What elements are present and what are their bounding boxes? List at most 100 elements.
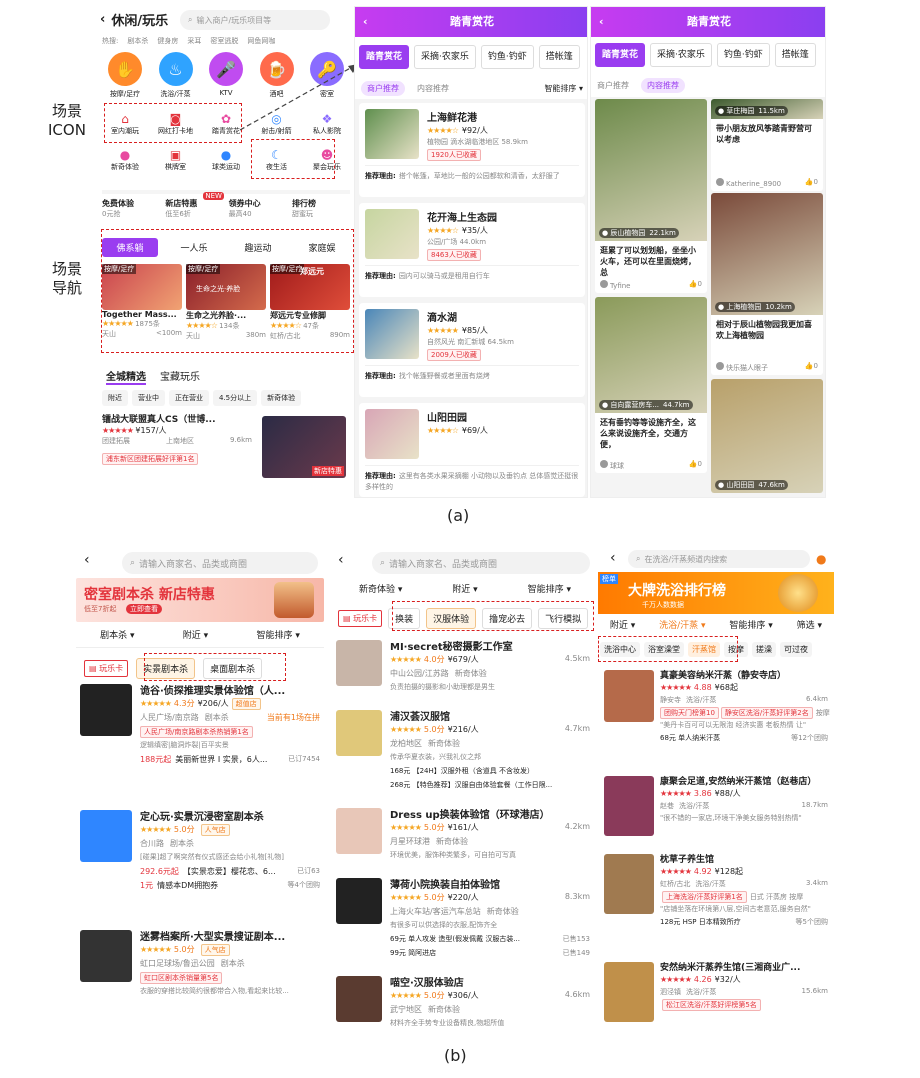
filter-category[interactable]: 新奇体验 ▾ — [359, 582, 402, 595]
category-item[interactable]: ✋ 按摩/足疗 — [102, 52, 148, 99]
promo-free[interactable]: 免费体验 0元抢 — [102, 198, 160, 219]
deal-row[interactable]: 69元 单人攻发 造型(假发佩戴 汉服古装... 已售153 — [390, 934, 590, 944]
scene-item-novel[interactable]: ● 新奇体验 — [102, 148, 148, 172]
like-button[interactable]: 👍0 — [689, 280, 702, 290]
category-item[interactable]: ♨ 洗浴/汗蒸 — [153, 52, 199, 99]
shop-list-item[interactable]: 薄荷小院换装自拍体验馆 ★★★★★ 5.0分 ¥220/人 8.3km 上海火车站/客运汽… — [336, 876, 592, 968]
chip-costume[interactable]: 换装 — [388, 608, 421, 629]
shop-card[interactable]: 按摩/足疗 郑远元 郑远元专业修脚 ★★★★☆ 47条 虹桥/古北 890m — [270, 264, 350, 341]
search-input[interactable]: ⌕ 请输入商家名、品类或商圈 — [372, 552, 590, 574]
chip-live-script[interactable]: 实景剧本杀 — [136, 658, 196, 679]
deal-row[interactable]: 1元 情感本DM拥抱券 等4个团购 — [140, 880, 320, 891]
scene-item-night[interactable]: ☾ 夜生活 — [254, 148, 300, 172]
filter-novel[interactable]: 新奇体验 — [261, 390, 302, 406]
tab-treasure[interactable]: 宝藏玩乐 — [160, 368, 200, 385]
merchant-card[interactable]: 上海鲜花港 ★★★★☆ ¥92/人 植物园 滴水湖临港地区 58.9km 1920人已收… — [359, 103, 585, 197]
filter-nearby[interactable]: 附近 ▾ — [452, 582, 477, 595]
chip-bathhouse[interactable]: 浴室澡堂 — [644, 642, 684, 657]
back-icon[interactable]: ‹ — [599, 7, 604, 37]
tab-fishing[interactable]: 钓鱼·钓虾 — [716, 43, 770, 67]
nav-tab-sport[interactable]: 趣运动 — [230, 238, 286, 257]
location-pin-icon[interactable]: ● — [816, 552, 826, 566]
filter-nearby[interactable]: 附近 ▾ — [183, 628, 208, 641]
scene-item-ball[interactable]: ● 球类运动 — [203, 148, 249, 172]
subtab-content[interactable]: 内容推荐 — [641, 77, 685, 93]
content-card[interactable]: ● 山阳田园 47.6km — [711, 379, 823, 493]
promo-newshop[interactable]: 新店特惠 低至6折 NEW — [165, 192, 224, 219]
merchant-card[interactable]: 山阳田园 ★★★★☆ ¥69/人 推荐理由: 这里有各类水果采摘棚 小动物以及垂钓点 总… — [359, 403, 585, 497]
filter-category[interactable]: 洗浴/汗蒸 ▾ — [659, 618, 705, 631]
chip-massage[interactable]: 按摩 — [724, 642, 748, 657]
back-icon[interactable]: ‹ — [100, 12, 105, 27]
tab-picking[interactable]: 采摘·农家乐 — [650, 43, 712, 67]
chip-sauna[interactable]: 汗蒸馆 — [688, 642, 720, 657]
scene-item-checkin[interactable]: ◙ 网红打卡地 — [153, 112, 199, 136]
tab-featured[interactable]: 全城精选 — [106, 368, 146, 385]
chip-flight[interactable]: 飞行模拟 — [538, 608, 589, 629]
search-input[interactable]: ⌕ 在洗浴/汗蒸频道内搜索 — [628, 550, 810, 568]
subtab-merchant[interactable]: 商户推荐 — [597, 80, 629, 91]
deal-row[interactable]: 268元 【特色推荐】汉服自由体验套餐（工作日限... — [390, 780, 590, 790]
back-icon[interactable]: ‹ — [338, 552, 344, 568]
filter-screen[interactable]: 筛选 ▾ — [797, 618, 822, 631]
nav-tab-solo[interactable]: 一人乐 — [166, 238, 222, 257]
search-input[interactable]: ⌕ 请输入商家名、品类或商圈 — [122, 552, 318, 574]
hot-item[interactable]: 健身房 — [157, 36, 178, 46]
nav-tab-family[interactable]: 家庭娱 — [294, 238, 350, 257]
play-card-button[interactable]: ▤ 玩乐卡 — [338, 610, 383, 627]
hot-item[interactable]: 密室逃脱 — [210, 36, 238, 46]
filter-rating[interactable]: 4.5分以上 — [213, 390, 258, 406]
deal-list-item[interactable]: 镭战大联盟真人CS（世博... ★★★★★ ¥157/人 团建拓展 上南地区 9.6… — [102, 412, 350, 492]
merchant-card[interactable]: 滴水湖 ★★★★★ ¥85/人 自然风光 南汇新城 64.5km 2009人已收藏 推荐理… — [359, 303, 585, 397]
tab-picking[interactable]: 采摘·农家乐 — [414, 45, 476, 69]
view-now-button[interactable]: 立即查看 — [126, 604, 162, 614]
like-button[interactable]: 👍0 — [805, 178, 818, 188]
shop-list-item[interactable]: 迷雾档案所·大型实景搜证剧本... ★★★★★ 5.0分 人气店 虹口足球场/鲁迅公园剧… — [80, 928, 322, 1032]
filter-running[interactable]: 正在营业 — [169, 390, 209, 406]
content-card[interactable]: ● 自向露营房车... 44.7km 还有垂钓等等设施齐全，这么来说设施齐全，交通方… — [595, 297, 707, 473]
tab-camping[interactable]: 搭帐篷 — [774, 43, 816, 67]
like-button[interactable]: 👍0 — [805, 362, 818, 373]
deal-row[interactable]: 128元 HSP 日本精致所疗 等5个团购 — [660, 917, 828, 927]
back-icon[interactable]: ‹ — [363, 7, 368, 37]
tab-flower[interactable]: 踏青赏花 — [359, 45, 410, 69]
shop-list-item[interactable]: 喵空·汉服体验店 ★★★★★ 5.0分 ¥306/人 4.6km 武宁地区 新奇体验 材料齐全… — [336, 974, 592, 1032]
filter-sort[interactable]: 智能排序 ▾ — [256, 628, 299, 641]
hot-item[interactable]: 采耳 — [187, 36, 201, 46]
filter-sort[interactable]: 智能排序 ▾ — [729, 618, 772, 631]
tab-fishing[interactable]: 钓鱼·钓虾 — [480, 45, 534, 69]
shop-list-item[interactable]: 真豪美容纳米汗蒸（静安寺店） ★★★★★ 4.88 ¥68起 静安寺 洗浴/汗蒸 6.4km… — [602, 668, 830, 768]
content-card[interactable]: ● 草庄梅园 11.5km 带小朋友放风筝踏青野营可以考虑 Katherine_890… — [711, 99, 823, 191]
shop-list-item[interactable]: 浦汉荟汉服馆 ★★★★★ 5.0分 ¥216/人 4.7km 龙柏地区 新奇体验 传承华夏衣装… — [336, 708, 592, 800]
merchant-card[interactable]: 花开海上生态园 ★★★★☆ ¥35/人 公园/广场 44.0km 8463人已收藏 推荐理… — [359, 203, 585, 297]
deal-row[interactable]: 188元起 美丽新世界 I 实景，6人... 已订7454 — [140, 754, 320, 765]
filter-category[interactable]: 剧本杀 ▾ — [100, 628, 134, 641]
like-button[interactable]: 👍0 — [689, 460, 702, 471]
shop-card[interactable]: 按摩/足疗 Together Mass... ★★★★★ 1875条 天山 <10… — [102, 264, 182, 341]
shop-list-item[interactable]: MI·secret秘密摄影工作室 ★★★★★ 4.0分 ¥679/人 4.5km 中山公园… — [336, 638, 592, 700]
content-card[interactable]: ● 上海植物园 10.2km 相对于辰山植物园我更加喜欢上海植物园 快乐猫人眼子 👍0 — [711, 193, 823, 375]
search-input[interactable]: ⌕ 输入商户/玩乐项目等 — [180, 10, 330, 30]
chip-overnight[interactable]: 可过夜 — [780, 642, 812, 657]
subtab-merchant[interactable]: 商户推荐 — [361, 80, 405, 96]
chip-scrub[interactable]: 搓澡 — [752, 642, 776, 657]
hot-item[interactable]: 网鱼网咖 — [247, 36, 275, 46]
filter-open[interactable]: 营业中 — [132, 390, 165, 406]
shop-list-item[interactable]: Dress up换装体验馆（环球港店） ★★★★★ 5.0分 ¥161/人 4.2km 月… — [336, 806, 592, 868]
shop-list-item[interactable]: 枕草子养生馆 ★★★★★ 4.92 ¥128起 虹桥/古北 洗浴/汗蒸 3.4km 上海洗浴/… — [602, 852, 830, 952]
content-card[interactable]: ● 辰山植物园 22.1km 逛累了可以划划船，坐坐小火车，还可以在里面烧烤，总 Ty… — [595, 99, 707, 293]
chip-pets[interactable]: 撸宠必去 — [482, 608, 533, 629]
scene-item-party[interactable]: ☻ 聚会玩乐 — [304, 148, 350, 172]
subtab-content[interactable]: 内容推荐 — [417, 83, 449, 94]
promo-rank[interactable]: 排行榜 甜蜜玩 — [292, 198, 350, 219]
nav-tab-buddha[interactable]: 佛系躺 — [102, 238, 158, 257]
chip-bath-center[interactable]: 洗浴中心 — [600, 642, 640, 657]
deal-row[interactable]: 168元 【24H】汉服外租（含道具 不含妆发） — [390, 766, 590, 776]
chip-table-script[interactable]: 桌面剧本杀 — [203, 658, 263, 679]
shop-card[interactable]: 按摩/足疗 生命之光·养脸 生命之光养脸·... ★★★★☆ 134条 天山 380… — [186, 264, 266, 341]
filter-nearby[interactable]: 附近 — [102, 390, 128, 406]
filter-sort[interactable]: 智能排序 ▾ — [528, 582, 571, 595]
filter-nearby[interactable]: 附近 ▾ — [610, 618, 635, 631]
sort-dropdown[interactable]: 智能排序 ▾ — [544, 83, 583, 94]
promo-banner[interactable]: 密室剧本杀 新店特惠 低至7折起 立即查看 — [76, 578, 324, 622]
